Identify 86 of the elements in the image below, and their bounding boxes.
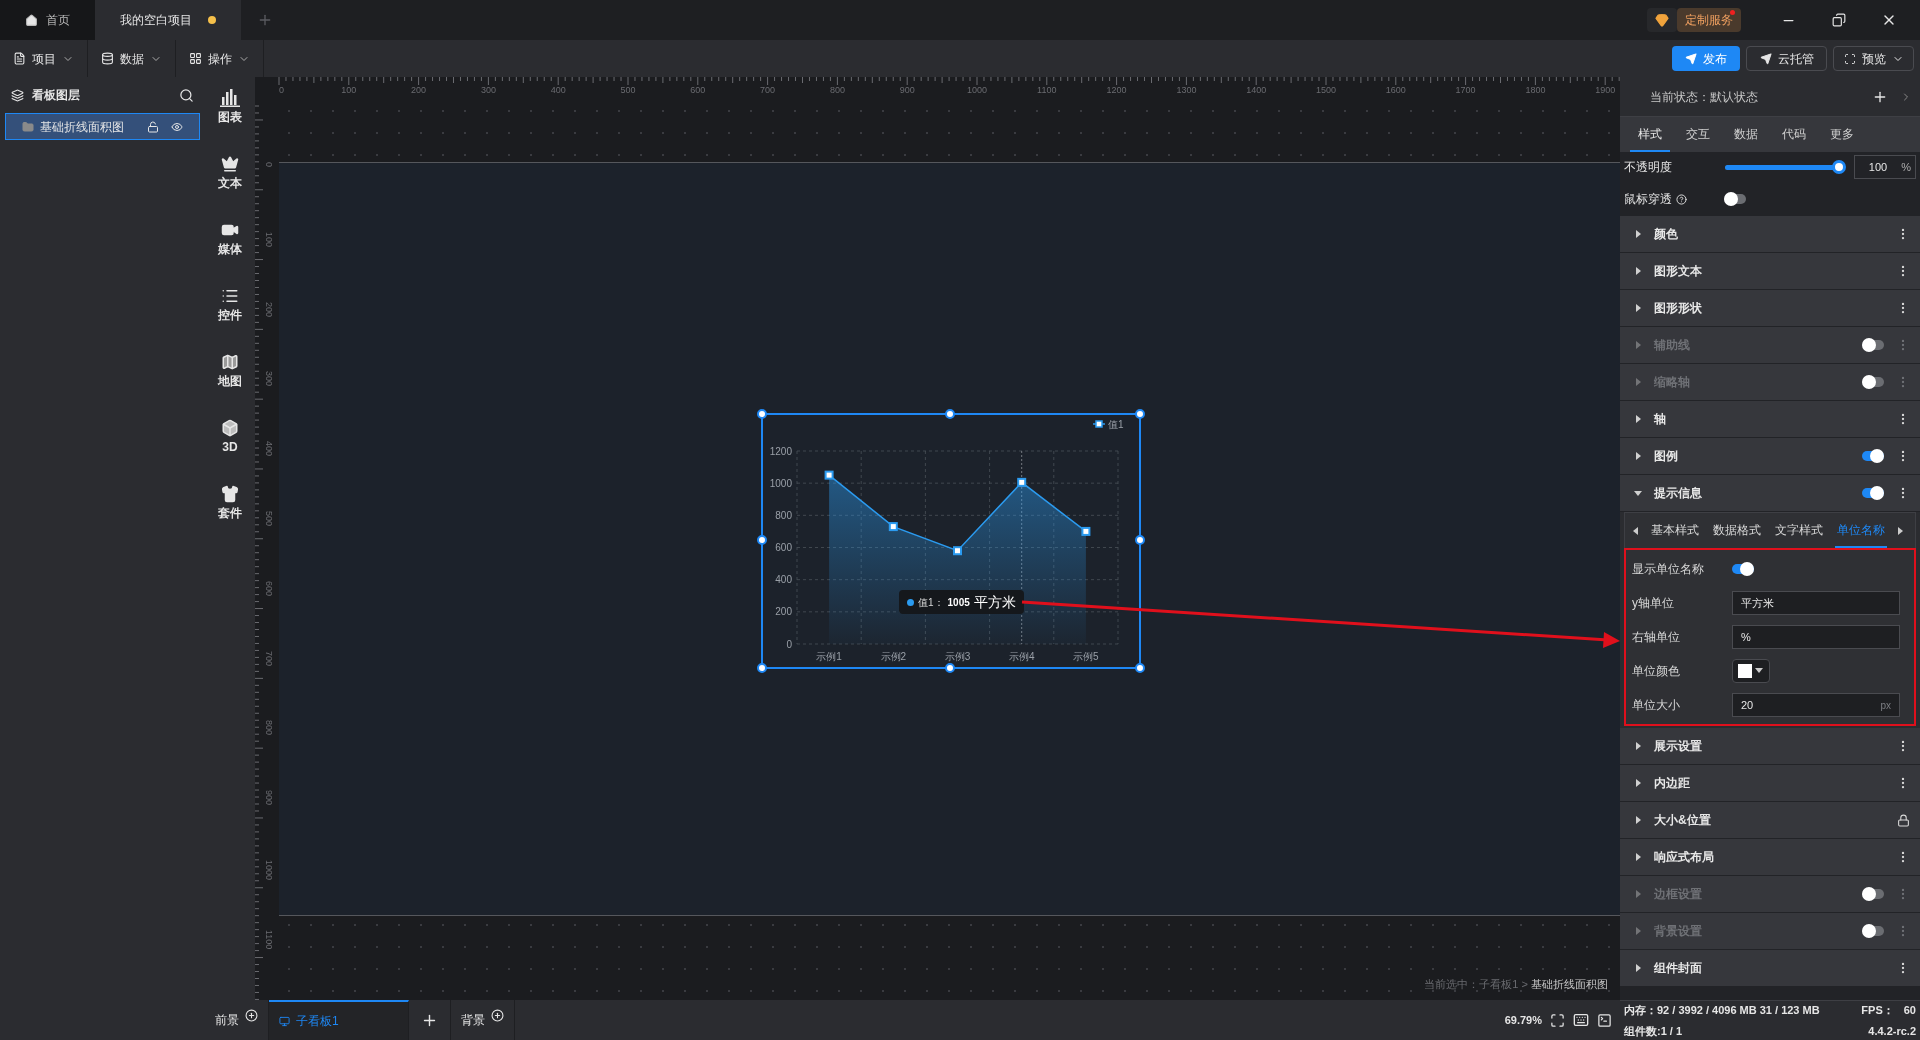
ruler-label: 1100 [263,929,275,950]
tab-label: 子看板1 [296,1013,339,1030]
section-title: 轴 [1654,411,1667,428]
ruler-label: 700 [263,650,275,666]
tooltip-value: 1005 [947,595,970,610]
ruler-label: 1000 [263,860,275,881]
x-tick-label: 示例3 [944,651,971,662]
section-title: 颜色 [1654,226,1679,243]
ruler-label: 400 [550,84,566,97]
y-tick-label: 800 [775,509,792,521]
tab-label: 首页 [46,12,70,29]
tooltip-series: 值1： [918,595,944,610]
field-label: 单位颜色 [1632,663,1681,680]
unit-label: px [1880,698,1891,713]
version-label: 4.4.2-rc.2 [1868,1023,1916,1039]
field-label: 单位大小 [1632,697,1681,714]
ruler-label: 500 [620,84,636,97]
field-label: 显示单位名称 [1632,561,1705,578]
section-title: 展示设置 [1654,738,1703,755]
section-title: 辅助线 [1654,337,1691,354]
y-tick-label: 400 [775,574,792,586]
ruler-label: 300 [480,84,496,97]
ruler-label: 1800 [1525,84,1546,97]
y-tick-label: 1200 [769,445,792,457]
tab-label: 前景 [215,1012,239,1029]
section-title: 图形形状 [1654,300,1703,317]
legend-label: 值1 [1108,419,1124,430]
ruler-label: 700 [760,84,776,97]
selection-path: 当前选中：子看板1 > 基础折线面积图 [1424,976,1608,992]
x-tick-label: 示例2 [880,651,907,662]
ruler-label: 100 [341,84,357,97]
ruler-label: 0 [279,84,284,97]
section-title: 大小&位置 [1654,812,1712,829]
ruler-label: 600 [263,580,275,596]
ruler-label: 800 [263,720,275,736]
y-tick-label: 1000 [769,477,792,489]
field-label: 右轴单位 [1632,629,1681,646]
ruler-label: 100 [263,231,275,247]
ruler-label: 1300 [1176,84,1197,97]
component-count: 组件数:1 / 1 [1624,1023,1683,1039]
state-label: 当前状态：默认状态 [1650,88,1759,106]
x-tick-label: 示例5 [1073,651,1099,662]
ruler-label: 900 [899,84,915,97]
ruler-label: 500 [263,511,275,527]
ruler-label: 200 [263,301,275,317]
ruler-label: 1500 [1316,84,1336,97]
ruler-label: 400 [263,441,275,457]
tab-label: 我的空白项目 [120,12,192,29]
ruler-label: 600 [690,84,706,97]
ruler-label: 1100 [1037,84,1057,97]
fps-status: FPS： 60 [1861,1003,1916,1018]
ruler-label: 1900 [1595,84,1616,97]
ruler-label: 1400 [1246,84,1267,97]
ruler-label: 800 [829,84,845,97]
section-title: 组件封面 [1654,960,1703,977]
ruler-label: 200 [411,84,427,97]
field-label: y轴单位 [1632,595,1675,612]
section-title: 背景设置 [1654,923,1703,940]
panel-title: 看板图层 [32,87,81,104]
field-label: 不透明度 [1624,159,1673,176]
zoom-level: 69.79% [1504,1012,1542,1028]
field-label: 鼠标穿透 [1624,190,1724,208]
field-value: 20 [1741,697,1754,713]
section-title: 提示信息 [1654,485,1703,502]
ruler-label: 1700 [1455,84,1476,97]
section-title: 图例 [1654,448,1679,465]
ruler-label: 300 [263,371,275,387]
section-title: 图形文本 [1654,263,1703,280]
ruler-label: 0 [263,162,275,167]
section-title: 缩略轴 [1654,374,1691,391]
tab-label: 背景 [461,1012,485,1029]
ruler-label: 1600 [1385,84,1406,97]
section-title: 边框设置 [1654,886,1703,903]
ruler-label: 1000 [967,84,987,97]
y-tick-label: 200 [775,606,792,618]
section-title: 响应式布局 [1654,849,1715,866]
ruler-label: 1200 [1106,84,1127,97]
memory-status: 内存：92 / 3992 / 4096 MB 31 / 123 MB [1624,1003,1820,1018]
y-tick-label: 600 [775,542,792,553]
x-tick-label: 示例1 [816,651,842,662]
ruler-label: 900 [263,790,275,806]
x-tick-label: 示例4 [1008,651,1035,662]
y-tick-label: 0 [786,638,792,650]
section-title: 内边距 [1654,775,1691,792]
layer-name: 基础折线面积图 [40,118,125,136]
tooltip-unit: 平方米 [973,592,1016,612]
